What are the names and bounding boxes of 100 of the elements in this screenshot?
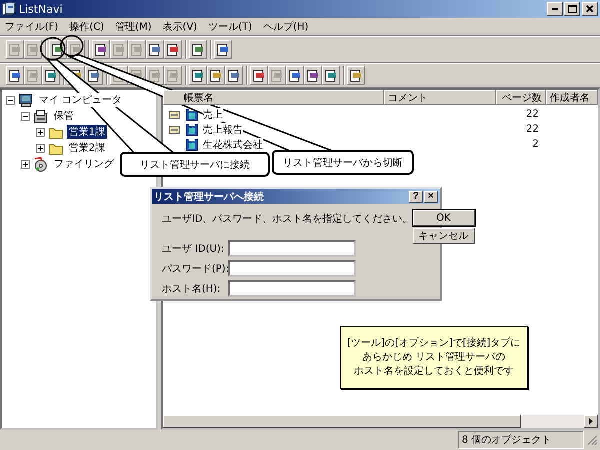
cancel-button[interactable]: キャンセル [412, 228, 475, 244]
document-icon [44, 68, 58, 82]
toolbar-button[interactable] [92, 40, 110, 59]
close-button[interactable]: × [424, 190, 438, 202]
table-document-icon [185, 138, 199, 152]
disc-icon [33, 156, 49, 172]
minimize-icon [552, 8, 558, 10]
note-text: [ツール]の[オプション]で[接続]タブに [347, 336, 521, 350]
instruction-text: ユーザID、パスワード、ホスト名を指定してください。 [162, 212, 413, 226]
highlight-circle [40, 37, 66, 61]
callout: リスト管理サーバに接続 [120, 152, 270, 177]
document-icon [69, 42, 83, 56]
document-name[interactable]: 売上 [203, 108, 223, 122]
printer-icon [33, 108, 49, 124]
column-header[interactable]: ページ数 [496, 90, 546, 105]
toolbar-button[interactable] [286, 66, 304, 85]
document-icon [166, 68, 180, 82]
toolbar-button[interactable] [42, 66, 60, 85]
menu-item[interactable]: 管理(M) [114, 20, 153, 34]
document-icon [94, 42, 108, 56]
document-icon [209, 68, 223, 82]
tree-item[interactable]: 営業1課 [67, 125, 108, 139]
menu-item[interactable]: 表示(V) [162, 20, 198, 34]
document-icon [216, 42, 230, 56]
field-label: パスワード(P): [162, 262, 228, 276]
window-title: ListNavi [19, 2, 64, 16]
callout: リスト管理サーバから切断 [272, 150, 414, 175]
document-icon [87, 68, 101, 82]
right-arrow-icon [588, 418, 594, 425]
document-icon [270, 68, 284, 82]
dialog-title: リスト管理サーバへ接続 [154, 190, 265, 204]
field-label: ユーザ ID(U): [162, 242, 226, 256]
page-count: 22 [525, 124, 540, 135]
app-icon [2, 2, 16, 16]
maximize-button[interactable] [564, 2, 580, 16]
toolbar-button[interactable] [250, 66, 268, 85]
document-icon [227, 68, 241, 82]
toolbar-button[interactable] [6, 66, 24, 85]
help-button[interactable]: ? [409, 190, 423, 202]
toolbar-button[interactable] [322, 66, 340, 85]
document-icon [130, 42, 144, 56]
tree-item[interactable]: 営業2課 [67, 141, 108, 155]
menu-item[interactable]: 操作(C) [68, 20, 106, 34]
close-icon [586, 5, 594, 13]
toolbar-button[interactable] [304, 66, 322, 85]
document-icon [288, 68, 302, 82]
field-label: ホスト名(H): [162, 282, 222, 296]
computer-icon [18, 92, 34, 108]
document-icon [26, 42, 40, 56]
column-header[interactable]: 帳票名 [163, 90, 384, 105]
highlight-circle [60, 35, 84, 57]
input-field[interactable] [228, 280, 356, 297]
note-text: あらかじめ リスト管理サーバの [362, 350, 506, 364]
maximize-icon [568, 5, 576, 13]
document-icon [148, 42, 162, 56]
document-icon [306, 68, 320, 82]
menu-item[interactable]: ファイル(F) [4, 20, 60, 34]
toolbar-button[interactable] [225, 66, 243, 85]
document-icon [252, 68, 266, 82]
note-text: ホスト名を設定しておくと便利です [354, 364, 514, 378]
resize-grip-icon [586, 434, 598, 446]
scroll-thumb[interactable] [163, 415, 521, 428]
document-icon [349, 68, 363, 82]
document-icon [191, 68, 205, 82]
document-icon [324, 68, 338, 82]
close-button[interactable] [582, 2, 598, 16]
menu-item[interactable]: ツール(T) [207, 20, 254, 34]
toolbar-button[interactable] [189, 66, 207, 85]
document-icon [26, 68, 40, 82]
document-icon [8, 68, 22, 82]
document-icon [51, 42, 65, 56]
minimize-button[interactable] [547, 2, 563, 16]
page-count: 22 [525, 109, 540, 120]
toolbar-button[interactable] [207, 66, 225, 85]
document-name[interactable]: 生花株式会社 [203, 138, 263, 152]
page-count: 2 [532, 139, 540, 150]
input-field[interactable] [228, 260, 356, 277]
table-document-icon [185, 122, 199, 136]
horizontal-scrollbar[interactable] [163, 415, 598, 428]
table-document-icon [185, 108, 199, 122]
document-icon [166, 42, 180, 56]
toolbar-button[interactable] [164, 40, 182, 59]
input-field[interactable] [228, 240, 356, 257]
document-name[interactable]: 売上報告 [203, 122, 243, 136]
column-header[interactable]: 作成者名 [546, 90, 598, 105]
document-icon [8, 42, 22, 56]
column-header[interactable]: コメント [384, 90, 496, 105]
status-text: 8 個のオブジェクト [458, 431, 584, 449]
toolbar-button[interactable] [214, 40, 232, 59]
toolbar-button[interactable] [347, 66, 365, 85]
tree-item[interactable]: 保管 [52, 109, 76, 123]
tree-item[interactable]: ファイリング [52, 157, 116, 171]
toolbar-button[interactable] [189, 40, 207, 59]
scroll-right-button[interactable] [584, 415, 598, 428]
document-icon [148, 68, 162, 82]
menu-item[interactable]: ヘルプ(H) [262, 20, 310, 34]
document-icon [191, 42, 205, 56]
ok-button[interactable]: OK [412, 210, 475, 226]
document-icon [112, 42, 126, 56]
toolbar-button[interactable] [146, 40, 164, 59]
